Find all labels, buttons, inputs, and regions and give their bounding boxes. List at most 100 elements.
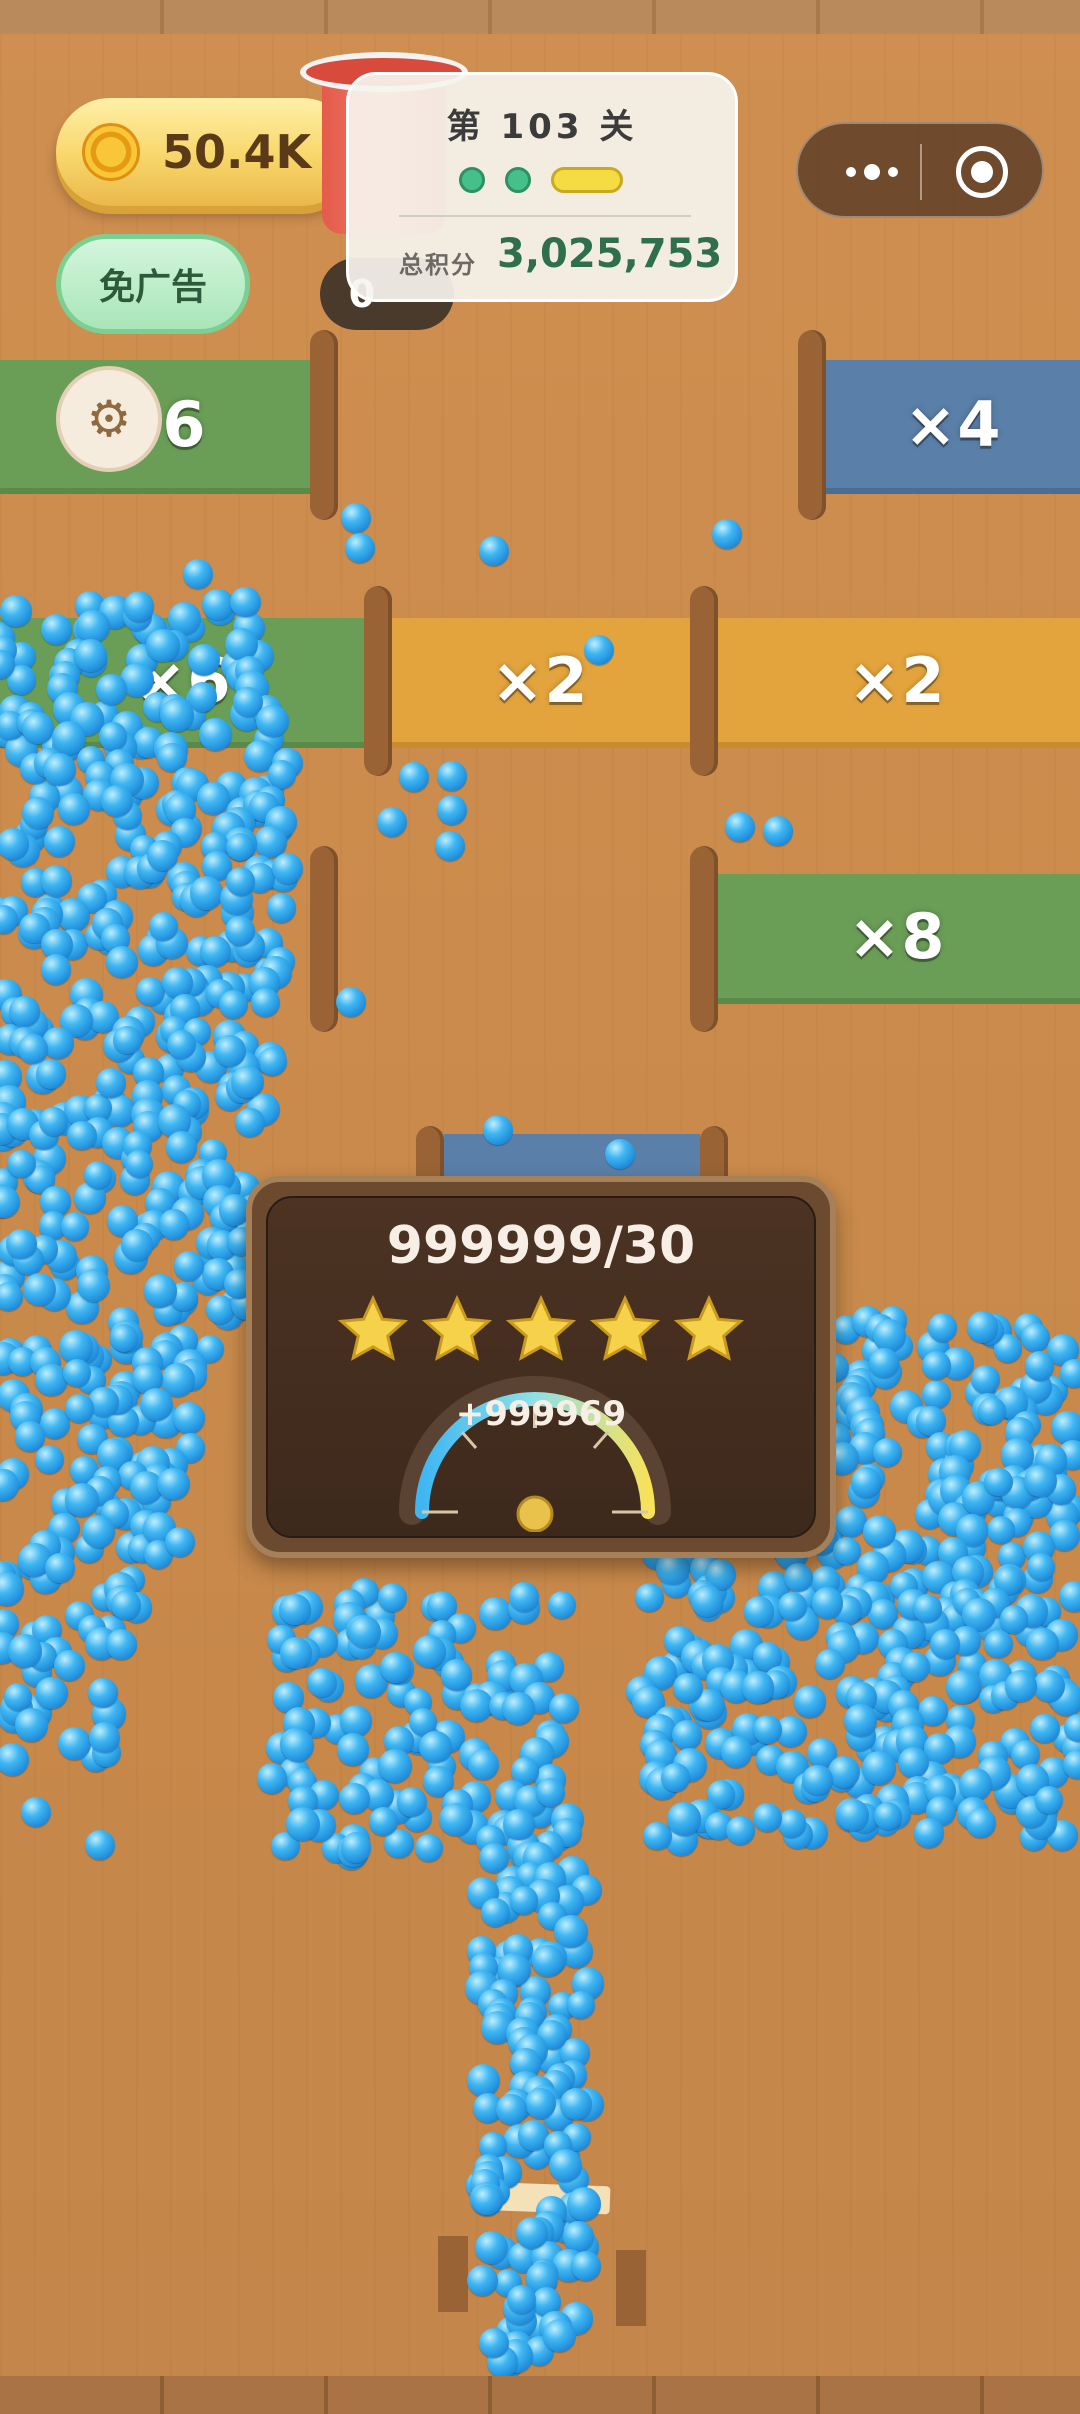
ball: [502, 1808, 535, 1841]
ball: [105, 1628, 138, 1661]
ball: [197, 781, 230, 815]
ball: [720, 1735, 753, 1768]
ball: [218, 989, 249, 1020]
star-icon: [337, 1294, 409, 1366]
ball: [113, 1025, 142, 1055]
ball: [793, 1685, 827, 1719]
peg: [690, 586, 718, 776]
ball: [667, 1802, 701, 1836]
ball: [467, 2265, 499, 2297]
ball: [966, 1311, 999, 1343]
ball: [478, 2327, 509, 2359]
ball: [924, 1733, 955, 1764]
ball: [17, 1033, 48, 1064]
coin-balance: 50.4K: [162, 125, 312, 179]
ball: [691, 1585, 723, 1617]
ball: [399, 762, 429, 792]
ball: [140, 1387, 174, 1421]
ball: [495, 2094, 527, 2126]
ball: [1035, 1786, 1064, 1815]
ball: [921, 1379, 952, 1410]
ball: [414, 1833, 444, 1863]
star-icon: [589, 1294, 661, 1366]
ball: [279, 1637, 312, 1670]
ball: [281, 1729, 315, 1762]
ball: [14, 1707, 49, 1742]
ball: [548, 2148, 582, 2182]
ball: [377, 807, 407, 837]
divider: [399, 215, 691, 217]
star-icon: [421, 1294, 493, 1366]
ball: [1024, 1464, 1058, 1498]
ball: [40, 954, 72, 985]
ball: [1021, 1323, 1051, 1353]
ball: [110, 1590, 141, 1621]
ball: [148, 911, 178, 942]
ball: [1059, 1581, 1080, 1613]
ball: [340, 1704, 373, 1737]
ball: [23, 1272, 57, 1306]
ball: [872, 1319, 906, 1353]
ball: [166, 1029, 196, 1059]
ball: [928, 1313, 957, 1343]
ball: [1032, 1669, 1065, 1703]
ball: [266, 892, 297, 923]
more-icon[interactable]: [832, 152, 912, 192]
ball: [752, 1803, 782, 1833]
ball: [43, 825, 75, 857]
target-icon[interactable]: [956, 146, 1008, 198]
ball: [0, 595, 32, 627]
progress-current: [551, 167, 623, 193]
ball: [437, 795, 467, 825]
ball: [438, 1802, 473, 1837]
ball: [984, 1629, 1013, 1658]
ball: [35, 1058, 66, 1089]
ball: [959, 1767, 993, 1802]
level-panel: 第 103 关 总积分 3,025,753: [346, 72, 738, 302]
ball: [341, 503, 371, 533]
ball: [43, 753, 77, 786]
ball: [230, 587, 261, 618]
ball: [339, 1783, 371, 1815]
ball: [437, 761, 467, 791]
ball: [0, 827, 30, 860]
ball: [897, 1746, 930, 1778]
ball: [377, 1749, 412, 1784]
launcher-left: [438, 2236, 468, 2312]
ball: [763, 816, 793, 846]
ball: [307, 1668, 337, 1698]
ball: [378, 1583, 407, 1613]
ball: [96, 1068, 127, 1099]
ball: [147, 839, 179, 871]
ball: [336, 1733, 370, 1766]
ball-count: 999999/30: [386, 1216, 696, 1276]
ball: [200, 935, 232, 967]
ball: [672, 1719, 702, 1750]
ball: [64, 1483, 99, 1517]
score-gain: +999969: [455, 1394, 627, 1434]
ball: [712, 519, 742, 549]
score-value: 3,025,753: [497, 231, 723, 277]
result-panel: 999999/30 +999969: [246, 1176, 836, 1558]
no-ads-button[interactable]: 免广告: [56, 234, 250, 334]
ball: [166, 1131, 198, 1163]
ball: [835, 1505, 867, 1538]
ball: [39, 1106, 69, 1136]
ball: [827, 1756, 860, 1789]
ball: [58, 1727, 91, 1761]
top-rail: [0, 0, 1080, 34]
ball: [584, 635, 614, 665]
ball: [542, 2318, 577, 2353]
ball: [725, 812, 755, 842]
ball: [483, 1115, 513, 1145]
ball: [76, 1269, 110, 1303]
star-rating: [252, 1294, 830, 1366]
settings-button[interactable]: ⚙: [56, 366, 162, 472]
ball: [256, 704, 289, 738]
ball: [21, 712, 55, 745]
ball: [83, 1160, 113, 1190]
ball: [863, 1514, 897, 1548]
ball: [258, 1047, 288, 1077]
ball: [984, 1467, 1013, 1497]
ball: [844, 1704, 877, 1737]
